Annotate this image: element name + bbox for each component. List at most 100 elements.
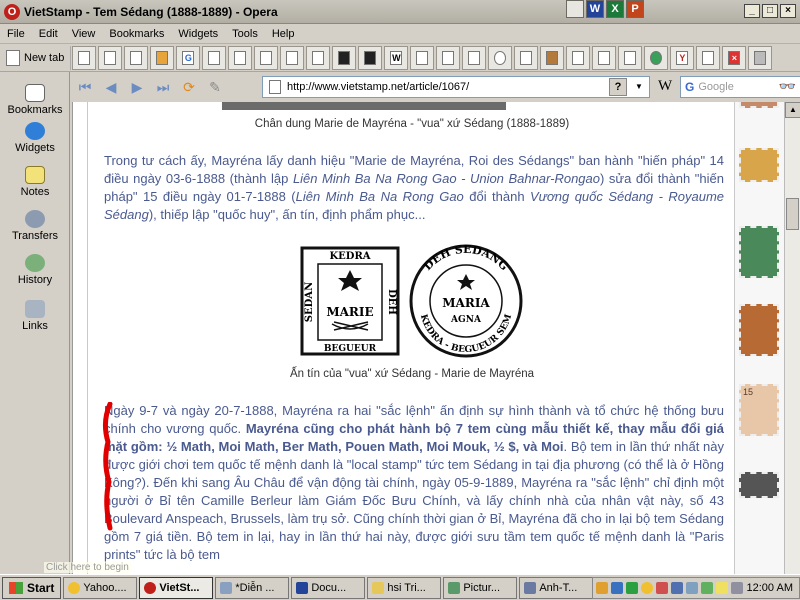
- glasses-icon[interactable]: 👓: [779, 78, 796, 95]
- tray-icon[interactable]: [626, 582, 638, 594]
- menu-tools[interactable]: Tools: [225, 28, 265, 40]
- vertical-scrollbar[interactable]: ▲: [784, 102, 800, 574]
- stamp-image[interactable]: [739, 148, 779, 182]
- help-icon[interactable]: ?: [609, 78, 627, 96]
- page-icon: [520, 50, 533, 65]
- tab[interactable]: [462, 45, 487, 70]
- tab[interactable]: G: [176, 45, 201, 70]
- address-url[interactable]: http://www.vietstamp.net/article/1067/: [287, 81, 469, 93]
- scroll-up-icon[interactable]: ▲: [785, 102, 800, 118]
- tray-icon[interactable]: [656, 582, 668, 594]
- menu-edit[interactable]: Edit: [32, 28, 65, 40]
- task-anh[interactable]: Anh-T...: [519, 576, 594, 599]
- menu-help[interactable]: Help: [265, 28, 302, 40]
- wikipedia-icon[interactable]: W: [658, 78, 672, 95]
- stamp-image[interactable]: [739, 304, 779, 356]
- maximize-button[interactable]: □: [762, 4, 778, 18]
- start-button[interactable]: Start: [2, 576, 62, 599]
- new-tab-button[interactable]: New tab: [0, 45, 72, 70]
- tab[interactable]: Y: [670, 45, 695, 70]
- task-yahoo[interactable]: Yahoo....: [63, 576, 138, 599]
- task-vietstamp[interactable]: VietSt...: [139, 576, 214, 599]
- seals-caption: Ấn tín của "vua" xứ Sédang - Marie de Ma…: [289, 368, 535, 380]
- tab[interactable]: [488, 45, 513, 70]
- page-icon: [130, 50, 143, 65]
- stamp-image[interactable]: [739, 472, 779, 498]
- tab[interactable]: [592, 45, 617, 70]
- panel-widgets[interactable]: Widgets: [0, 122, 70, 154]
- excel-icon[interactable]: X: [606, 0, 624, 18]
- tab[interactable]: [332, 45, 357, 70]
- tab[interactable]: [72, 45, 97, 70]
- tab[interactable]: [696, 45, 721, 70]
- reload-button[interactable]: ⟳: [176, 75, 202, 99]
- tab[interactable]: [644, 45, 669, 70]
- close-button[interactable]: ×: [780, 4, 796, 18]
- globe-icon: [650, 50, 663, 65]
- stamp-image[interactable]: [739, 226, 779, 278]
- portrait-caption: Chân dung Marie de Mayréna - "vua" xứ Sé…: [254, 118, 570, 130]
- back-button[interactable]: ◀: [98, 75, 124, 99]
- stamp-image[interactable]: 15: [739, 384, 779, 436]
- task-dien[interactable]: *Diễn ...: [215, 576, 290, 599]
- page-icon: [269, 80, 281, 94]
- seal-left-bottom-text: BEGUEUR: [324, 344, 377, 354]
- trash-button[interactable]: [748, 45, 773, 70]
- rewind-button[interactable]: ⏮: [72, 75, 98, 99]
- page-icon: [104, 50, 117, 65]
- tab[interactable]: [358, 45, 383, 70]
- panel-links[interactable]: Links: [0, 300, 70, 332]
- panel-transfers[interactable]: Transfers: [0, 210, 70, 242]
- panel-notes[interactable]: Notes: [0, 166, 70, 198]
- clock[interactable]: 12:00 AM: [747, 582, 793, 594]
- task-hsi[interactable]: hsi Tri...: [367, 576, 442, 599]
- tab[interactable]: [540, 45, 565, 70]
- tab[interactable]: [436, 45, 461, 70]
- task-docu[interactable]: Docu...: [291, 576, 366, 599]
- tab[interactable]: [566, 45, 591, 70]
- tray-icon[interactable]: [671, 582, 683, 594]
- tab[interactable]: W: [384, 45, 409, 70]
- tab[interactable]: [306, 45, 331, 70]
- panel-history[interactable]: History: [0, 254, 70, 286]
- menu-file[interactable]: File: [0, 28, 32, 40]
- shovel-icon: [546, 50, 559, 65]
- tray-icon[interactable]: [611, 582, 623, 594]
- tray-icon[interactable]: [716, 582, 728, 594]
- tab[interactable]: [410, 45, 435, 70]
- menu-widgets[interactable]: Widgets: [171, 28, 225, 40]
- tab[interactable]: [202, 45, 227, 70]
- tab[interactable]: [254, 45, 279, 70]
- forward-button[interactable]: ▶: [124, 75, 150, 99]
- tab[interactable]: [280, 45, 305, 70]
- fast-forward-button[interactable]: ⏭: [150, 75, 176, 99]
- word-icon[interactable]: W: [586, 0, 604, 18]
- tray-icon[interactable]: [701, 582, 713, 594]
- tab[interactable]: ×: [722, 45, 747, 70]
- task-pictures[interactable]: Pictur...: [443, 576, 518, 599]
- new-tab-icon: [6, 49, 20, 66]
- address-bar[interactable]: http://www.vietstamp.net/article/1067/ ?…: [262, 76, 650, 98]
- scroll-thumb[interactable]: [786, 198, 799, 230]
- tab[interactable]: [98, 45, 123, 70]
- picture-icon: [448, 581, 461, 594]
- chevron-down-icon[interactable]: ▼: [631, 78, 647, 96]
- tray-icon[interactable]: [596, 582, 608, 594]
- tray-icon[interactable]: [641, 582, 653, 594]
- tab[interactable]: [618, 45, 643, 70]
- panel-bookmarks[interactable]: Bookmarks: [0, 84, 70, 116]
- tray-icon[interactable]: [686, 582, 698, 594]
- tab[interactable]: [514, 45, 539, 70]
- tab[interactable]: [124, 45, 149, 70]
- panel-item-label: Bookmarks: [7, 104, 63, 116]
- speaker-icon[interactable]: [731, 582, 743, 594]
- menu-bookmarks[interactable]: Bookmarks: [102, 28, 171, 40]
- edit-button[interactable]: ✎: [202, 75, 228, 99]
- app-icon-gray[interactable]: [566, 0, 584, 18]
- tab[interactable]: [228, 45, 253, 70]
- menu-view[interactable]: View: [65, 28, 103, 40]
- powerpoint-icon[interactable]: P: [626, 0, 644, 18]
- minimize-button[interactable]: _: [744, 4, 760, 18]
- stamp-image[interactable]: [739, 102, 779, 108]
- tab[interactable]: [150, 45, 175, 70]
